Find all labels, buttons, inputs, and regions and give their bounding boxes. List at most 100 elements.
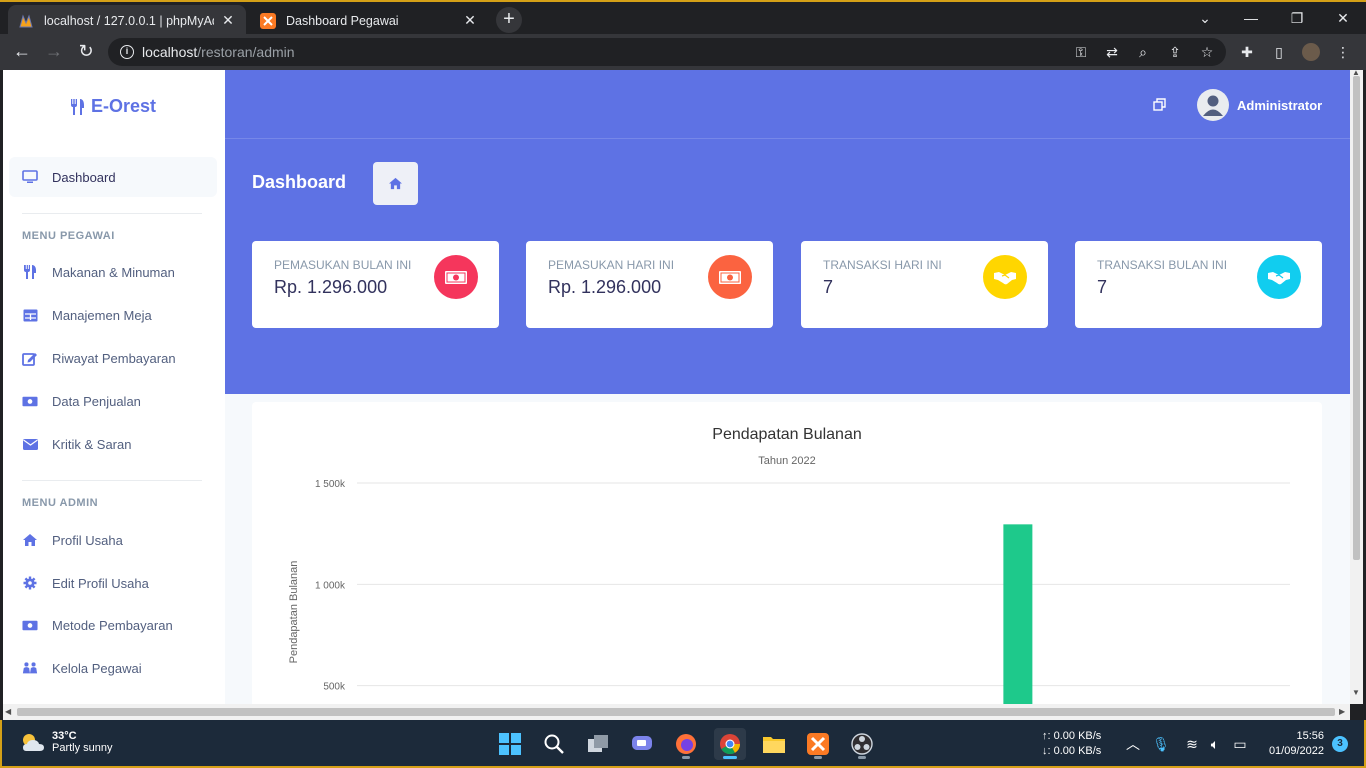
sidebar-item-kritik-saran[interactable]: Kritik & Saran [9,424,217,464]
network-speed: ↑: 0.00 KB/s ↓: 0.00 KB/s [1042,729,1101,759]
weather-widget[interactable]: 33°C Partly sunny [20,730,113,754]
notification-badge[interactable]: 3 [1332,736,1348,752]
system-clock[interactable]: 15:56 01/09/2022 [1260,729,1324,759]
bar-sep[interactable] [1003,524,1033,704]
windows-taskbar: 33°C Partly sunny ↑: 0.00 KB/s ↓: 0.00 K… [0,720,1366,768]
scroll-up-icon[interactable]: ▲ [1352,68,1360,77]
partly-sunny-icon [23,734,44,751]
xampp-icon [260,12,276,29]
stat-card-transaksi-bulan: TRANSAKSI BULAN INI 7 [1075,241,1322,328]
running-indicator [858,756,866,759]
dashboard-header: Administrator Dashboard PEMASUKAN BULAN … [225,70,1350,394]
taskbar-search[interactable] [538,728,570,760]
revenue-bar-chart: 500k 1 000k 1 500k Pendapatan Bulanan [288,479,1290,704]
sidebar-item-label: Kritik & Saran [52,436,132,452]
menu-admin-heading: MENU ADMIN [22,497,99,509]
sidebar-item-label: Metode Pembayaran [52,617,173,633]
tray-chevron-up-icon[interactable]: ︿ [1124,736,1142,752]
sidebar-item-label: Data Penjualan [52,393,141,409]
scroll-down-icon[interactable]: ▼ [1352,688,1360,697]
sidebar-item-label: Kelola Pegawai [52,660,142,676]
extensions-icon[interactable]: ✚ [1238,43,1256,61]
brand-logo[interactable]: E-Orest [69,96,156,117]
user-menu[interactable]: Administrator [1197,89,1322,121]
money-icon [708,255,752,299]
reload-icon[interactable]: ↻ [74,40,98,64]
stat-value: 7 [823,277,834,297]
profile-avatar[interactable] [1302,43,1320,61]
url-host: localhost [142,44,198,60]
header-divider [225,138,1350,139]
scroll-right-icon[interactable]: ▶ [1339,707,1345,716]
forward-icon[interactable]: → [42,40,66,64]
stat-card-pemasukan-hari: PEMASUKAN HARI INI Rp. 1.296.000 [526,241,773,328]
sidebar-item-metode-pembayaran[interactable]: Metode Pembayaran [9,605,217,645]
stat-card-pemasukan-bulan: PEMASUKAN BULAN INI Rp. 1.296.000 [252,241,499,328]
home-icon [22,532,38,548]
upload-speed: ↑: 0.00 KB/s [1042,730,1102,742]
close-tab-icon[interactable]: ✕ [220,12,236,29]
clock-date: 01/09/2022 [1268,745,1324,757]
scroll-left-icon[interactable]: ◀ [5,707,11,716]
sidebar-item-manajemen-meja[interactable]: Manajemen Meja [9,295,217,335]
window-restore-icon[interactable] [1153,98,1167,112]
user-name: Administrator [1237,97,1323,113]
task-view-button[interactable] [582,728,614,760]
back-icon[interactable]: ← [10,40,34,64]
tab-title: Dashboard Pegawai [286,13,399,28]
side-panel-icon[interactable]: ▯ [1270,43,1288,61]
tab-dashboard-pegawai[interactable]: Dashboard Pegawai ✕ [250,5,488,36]
xampp-button[interactable] [802,728,834,760]
sidebar-item-dashboard[interactable]: Dashboard [9,157,217,197]
stat-card-transaksi-hari: TRANSAKSI HARI INI 7 [801,241,1048,328]
microphone-icon[interactable]: 🎙︎ [1152,736,1170,752]
scrollbar-thumb[interactable] [1353,76,1360,560]
sidebar-item-makanan-minuman[interactable]: Makanan & Minuman [9,252,217,292]
stat-label: TRANSAKSI BULAN INI [1097,258,1228,272]
key-icon[interactable]: ⚿ [1072,43,1090,61]
y-tick-label: 1 500k [315,479,346,490]
menu-icon[interactable]: ⋮ [1334,43,1352,61]
close-window-button[interactable]: ✕ [1320,5,1366,33]
firefox-button[interactable] [670,728,702,760]
minimize-button[interactable]: — [1228,5,1274,33]
tab-search-icon[interactable]: ⌄ [1182,5,1228,33]
teams-chat-button[interactable] [626,728,658,760]
start-button[interactable] [494,728,526,760]
horizontal-scrollbar[interactable]: ◀ ▶ [3,704,1350,720]
battery-icon[interactable]: ▭ [1231,736,1249,752]
new-tab-button[interactable]: + [496,7,522,33]
close-tab-icon[interactable]: ✕ [462,12,478,29]
bookmark-star-icon[interactable]: ☆ [1198,43,1216,61]
share-icon[interactable]: ⇪ [1166,43,1184,61]
chart-card: Pendapatan Bulanan Tahun 2022 500k 1 000k… [252,402,1322,704]
sidebar-item-riwayat-pembayaran[interactable]: Riwayat Pembayaran [9,338,217,378]
home-button[interactable] [373,162,418,205]
chrome-button[interactable] [714,728,746,760]
sidebar-item-kelola-pegawai[interactable]: Kelola Pegawai [9,648,217,688]
file-explorer-button[interactable] [758,728,790,760]
weather-text: Partly sunny [52,742,113,754]
zoom-icon[interactable]: ⌕ [1134,43,1152,61]
tab-phpmyadmin[interactable]: localhost / 127.0.0.1 | phpMyAdmin ✕ [8,5,246,36]
envelope-icon [22,436,38,452]
sidebar-divider [22,213,202,214]
sidebar-item-edit-profil-usaha[interactable]: Edit Profil Usaha [9,563,217,603]
address-bar[interactable]: i localhost/restoran/admin [108,38,1226,66]
obs-button[interactable] [846,728,878,760]
windows-icon [499,733,521,755]
translate-icon[interactable]: ⇄ [1103,43,1121,61]
clock-time: 15:56 [1296,730,1324,742]
maximize-button[interactable]: ❐ [1274,5,1320,33]
money-icon [434,255,478,299]
scrollbar-thumb[interactable] [17,708,1335,716]
sidebar-item-data-penjualan[interactable]: Data Penjualan [9,381,217,421]
site-info-icon[interactable]: i [120,45,134,59]
wifi-icon[interactable]: ≋ [1183,736,1201,752]
browser-toolbar: ← → ↻ i localhost/restoran/admin ⚿ ⇄ ⌕ ⇪… [0,34,1366,70]
volume-icon[interactable]: 🔈︎ [1206,736,1224,752]
sidebar-item-profil-usaha[interactable]: Profil Usaha [9,520,217,560]
edit-icon [22,350,38,366]
running-indicator [682,756,690,759]
vertical-scrollbar[interactable]: ▲ ▼ [1350,68,1363,704]
